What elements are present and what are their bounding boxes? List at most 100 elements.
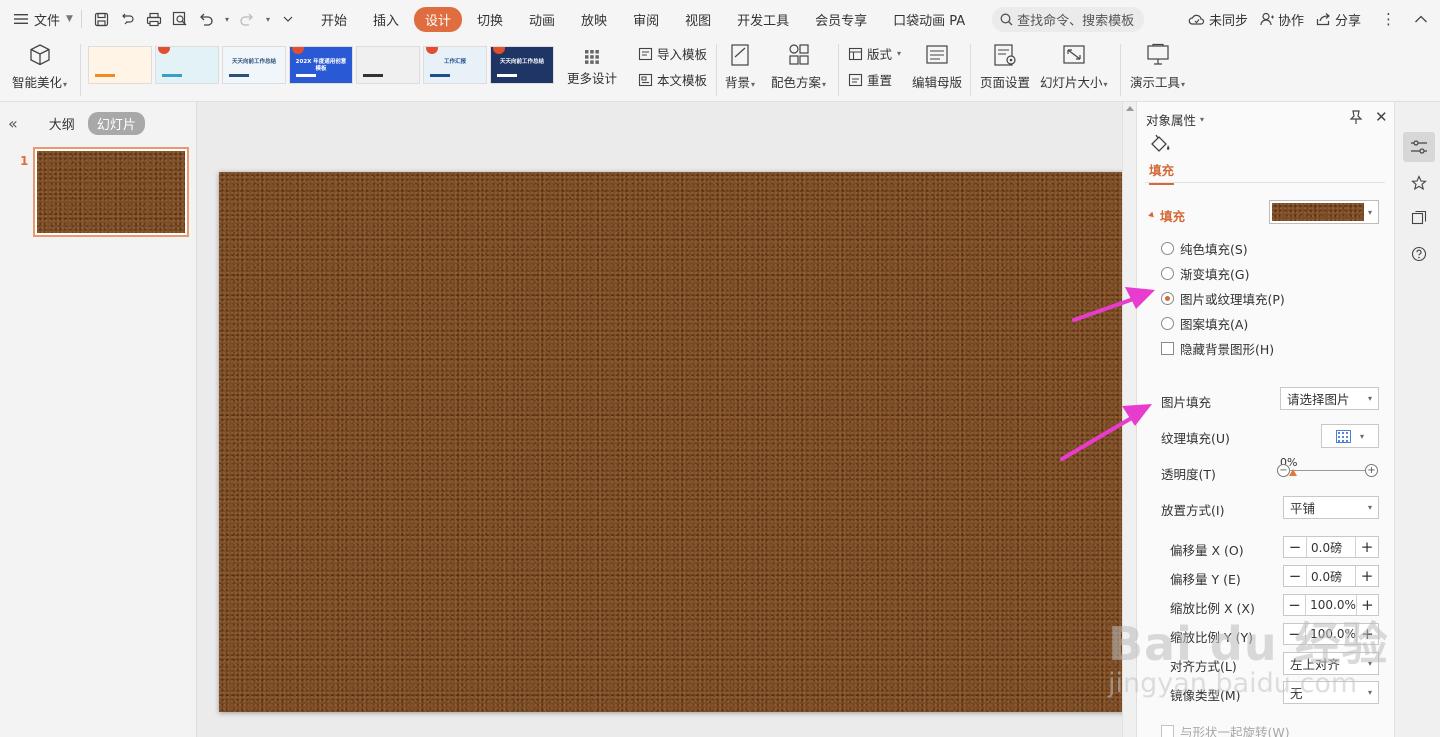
radio-button[interactable] xyxy=(1161,267,1174,280)
slider-track xyxy=(1289,470,1365,471)
collapse-panel-icon[interactable]: « xyxy=(8,114,18,133)
offset-x-stepper[interactable]: − 0.0磅 + xyxy=(1283,536,1379,558)
smart-beautify-button[interactable]: 智能美化▾ xyxy=(12,42,67,91)
minus-icon[interactable]: − xyxy=(1284,624,1305,644)
scale-y-stepper[interactable]: − 100.0% + xyxy=(1283,623,1379,645)
plus-icon[interactable]: + xyxy=(1357,595,1378,615)
radio-button[interactable] xyxy=(1161,242,1174,255)
hide-background-graphics-checkbox[interactable]: 隐藏背景图形(H) xyxy=(1161,339,1274,358)
tab-insert[interactable]: 插入 xyxy=(362,7,410,32)
more-design-button[interactable]: 更多设计 xyxy=(557,46,627,90)
texture-fill-picker[interactable]: ▾ xyxy=(1321,424,1379,448)
tab-fill[interactable]: 填充 xyxy=(1149,134,1175,185)
tab-pocket-animation[interactable]: 口袋动画 PA xyxy=(882,7,976,32)
tab-member[interactable]: 会员专享 xyxy=(804,7,878,32)
template-thumbnail[interactable] xyxy=(356,46,420,84)
undo-icon[interactable] xyxy=(198,11,214,27)
customize-toolbar-icon[interactable] xyxy=(280,11,296,27)
collaborate-button[interactable]: 协作 xyxy=(1260,10,1304,29)
save-icon[interactable] xyxy=(94,11,110,27)
align-select[interactable]: 左上对齐 ▾ xyxy=(1283,652,1379,675)
checkbox[interactable] xyxy=(1161,725,1174,737)
fill-color-picker[interactable]: ▾ xyxy=(1269,200,1379,224)
tab-view[interactable]: 视图 xyxy=(674,7,722,32)
reset-button[interactable]: 重置 xyxy=(848,70,892,89)
slide-size-button[interactable]: 幻灯片大小▾ xyxy=(1040,42,1108,91)
layout-button[interactable]: 版式 ▾ xyxy=(848,44,901,63)
help-button[interactable] xyxy=(1403,239,1435,269)
tab-developer[interactable]: 开发工具 xyxy=(726,7,800,32)
current-slide[interactable] xyxy=(219,172,1122,712)
slider-thumb[interactable] xyxy=(1289,469,1297,476)
presentation-tools-button[interactable]: 演示工具▾ xyxy=(1130,42,1185,91)
offset-y-value[interactable]: 0.0磅 xyxy=(1306,566,1356,586)
import-template-button[interactable]: 导入模板 xyxy=(638,44,707,63)
checkbox[interactable] xyxy=(1161,342,1174,355)
minus-icon[interactable]: − xyxy=(1284,595,1305,615)
tab-transition[interactable]: 切换 xyxy=(466,7,514,32)
edit-master-button[interactable]: 编辑母版 xyxy=(912,42,962,91)
minus-icon[interactable]: − xyxy=(1284,537,1306,557)
transparency-slider[interactable]: − + xyxy=(1277,464,1378,478)
collapse-ribbon-icon[interactable] xyxy=(1414,14,1428,24)
more-options-icon[interactable]: ⋮ xyxy=(1381,10,1396,28)
redo-icon[interactable] xyxy=(239,11,255,27)
undo-dropdown-icon[interactable]: ▾ xyxy=(225,15,229,24)
page-setup-button[interactable]: 页面设置 xyxy=(980,42,1030,91)
undo-history-icon[interactable] xyxy=(120,11,136,27)
tab-slides[interactable]: 幻灯片 xyxy=(87,111,145,135)
scale-y-value[interactable]: 100.0% xyxy=(1305,624,1357,644)
sync-status[interactable]: 未同步 xyxy=(1188,10,1248,29)
picture-fill-select[interactable]: 请选择图片 ▾ xyxy=(1280,387,1379,410)
canvas-scrollbar[interactable] xyxy=(1122,102,1136,737)
pane-title-dropdown[interactable]: 对象属性 ▾ xyxy=(1146,110,1204,129)
template-thumbnail[interactable] xyxy=(155,46,219,84)
properties-button[interactable] xyxy=(1403,132,1435,162)
scroll-up-icon[interactable] xyxy=(1126,106,1134,111)
pin-icon[interactable] xyxy=(1349,109,1363,125)
file-menu[interactable]: 文件 ▼ xyxy=(14,10,73,29)
template-thumbnail[interactable] xyxy=(88,46,152,84)
radio-picture-texture-fill[interactable]: 图片或纹理填充(P) xyxy=(1161,289,1285,308)
radio-solid-fill[interactable]: 纯色填充(S) xyxy=(1161,239,1248,258)
radio-button-selected[interactable] xyxy=(1161,292,1174,305)
plus-icon[interactable]: + xyxy=(1356,537,1378,557)
rotate-with-shape-checkbox[interactable]: 与形状一起旋转(W) xyxy=(1161,722,1290,737)
command-search[interactable]: 查找命令、搜索模板 xyxy=(992,6,1145,32)
share-button[interactable]: 分享 xyxy=(1316,10,1361,29)
tab-slideshow[interactable]: 放映 xyxy=(570,7,618,32)
tab-review[interactable]: 审阅 xyxy=(622,7,670,32)
template-thumbnail[interactable]: 天天向前工作总结 xyxy=(490,46,554,84)
plus-icon[interactable]: + xyxy=(1356,566,1378,586)
template-thumbnail[interactable]: 202X 年度通用创意模板 xyxy=(289,46,353,84)
slide-library-button[interactable] xyxy=(1403,203,1435,233)
redo-dropdown-icon[interactable]: ▾ xyxy=(266,15,270,24)
offset-y-stepper[interactable]: − 0.0磅 + xyxy=(1283,565,1379,587)
print-preview-icon[interactable] xyxy=(172,11,188,27)
placement-select[interactable]: 平铺 ▾ xyxy=(1283,496,1379,519)
radio-gradient-fill[interactable]: 渐变填充(G) xyxy=(1161,264,1249,283)
scale-x-value[interactable]: 100.0% xyxy=(1305,595,1357,615)
close-icon[interactable]: ✕ xyxy=(1375,108,1388,126)
template-thumbnail[interactable]: 天天向前工作总结 xyxy=(222,46,286,84)
slide-thumbnail[interactable] xyxy=(33,147,189,237)
color-scheme-button[interactable]: 配色方案▾ xyxy=(771,42,826,91)
offset-x-value[interactable]: 0.0磅 xyxy=(1306,537,1356,557)
print-icon[interactable] xyxy=(146,11,162,27)
tab-design[interactable]: 设计 xyxy=(414,6,463,32)
tab-outline[interactable]: 大纲 xyxy=(40,112,84,135)
this-template-button[interactable]: 本文模板 xyxy=(638,70,707,89)
minus-icon[interactable]: − xyxy=(1284,566,1306,586)
template-thumbnail[interactable]: 工作汇报 xyxy=(423,46,487,84)
radio-button[interactable] xyxy=(1161,317,1174,330)
plus-icon[interactable]: + xyxy=(1357,624,1378,644)
tab-animation[interactable]: 动画 xyxy=(518,7,566,32)
increase-icon[interactable]: + xyxy=(1365,464,1378,477)
fill-section-header[interactable]: 填充 xyxy=(1148,206,1185,225)
scale-x-stepper[interactable]: − 100.0% + xyxy=(1283,594,1379,616)
radio-pattern-fill[interactable]: 图案填充(A) xyxy=(1161,314,1248,333)
background-button[interactable]: 背景▾ xyxy=(725,42,755,91)
animation-pane-button[interactable] xyxy=(1403,168,1435,198)
mirror-select[interactable]: 无 ▾ xyxy=(1283,681,1379,704)
tab-start[interactable]: 开始 xyxy=(310,7,358,32)
